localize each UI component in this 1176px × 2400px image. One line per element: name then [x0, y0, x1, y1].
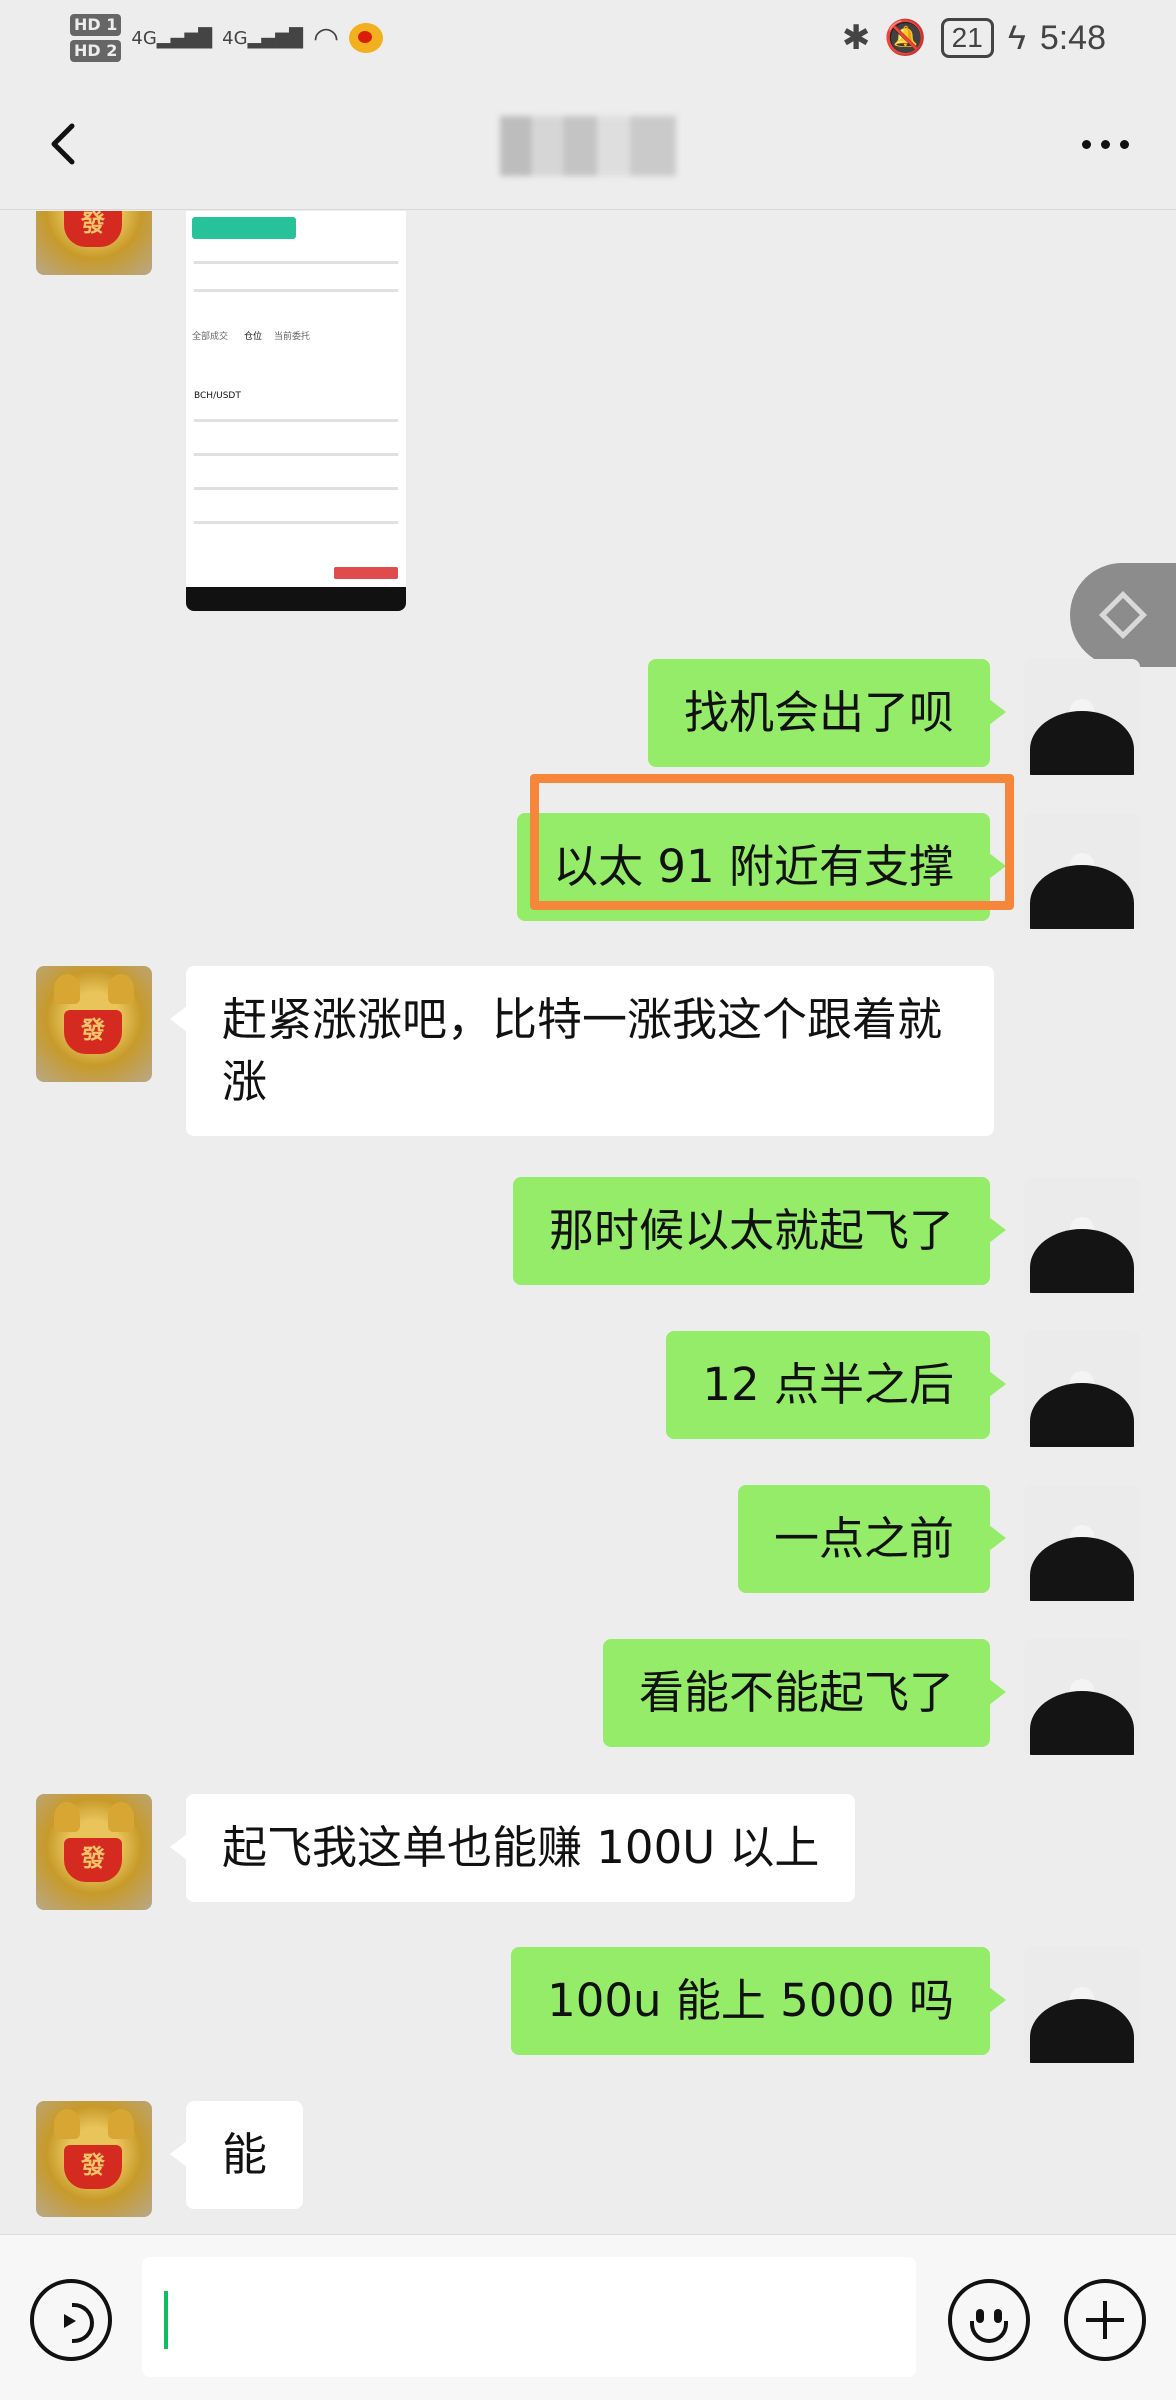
thumb-tab-3: 当前委托 [274, 332, 311, 342]
message-bubble-sent[interactable]: 12 点半之后 [666, 1331, 1006, 1439]
message-bubble-received[interactable]: 起飞我这单也能赚 100U 以上 [169, 1794, 856, 1902]
my-avatar[interactable] [1024, 813, 1140, 929]
more-horizontal-icon[interactable] [1070, 114, 1140, 174]
buy-button-thumb [192, 217, 296, 239]
text-cursor [164, 2291, 168, 2349]
my-avatar[interactable] [1024, 1177, 1140, 1293]
charging-icon: ϟ [1007, 18, 1026, 57]
my-avatar[interactable] [1024, 1639, 1140, 1755]
my-avatar[interactable] [1024, 659, 1140, 775]
status-bar: HD 1 HD 2 4G▂▄▆█ 4G▂▄▆█ ◠ ✱ 🔕 21 ϟ 5:48 [0, 0, 1176, 76]
contact-avatar[interactable]: 發 [36, 966, 152, 1082]
signal2-label: 4G [222, 27, 248, 49]
thumb-tab-1: 全部成交 [192, 332, 229, 342]
message-input[interactable] [142, 2257, 916, 2377]
diamond-icon [1098, 590, 1148, 640]
my-avatar[interactable] [1024, 1485, 1140, 1601]
message-bubble-sent[interactable]: 那时候以太就起飞了 [512, 1177, 1007, 1285]
signal1-label: 4G [131, 27, 157, 49]
mask-character: 發 [81, 1844, 105, 1872]
plus-icon[interactable] [1064, 2279, 1146, 2361]
message-bubble-received[interactable]: 能 [169, 2101, 304, 2209]
signal2-icon: 4G▂▄▆█ [222, 27, 303, 49]
chat-message-list[interactable]: 發 全部成交 仓位 当前委托 BCH/USDT 找机会出了呗 以太 91 附近有… [0, 211, 1176, 2234]
weibo-icon [349, 23, 384, 53]
chat-header [0, 76, 1176, 210]
my-avatar[interactable] [1024, 1947, 1140, 2063]
floating-app-button[interactable] [1070, 563, 1176, 667]
contact-avatar[interactable]: 發 [36, 2101, 152, 2217]
message-bubble-sent[interactable]: 100u 能上 5000 吗 [511, 1947, 1006, 2055]
thumb-pair: BCH/USDT [194, 391, 241, 401]
sell-button-thumb [334, 567, 398, 579]
mask-character: 發 [81, 211, 105, 237]
hd1-badge: HD 1 [70, 14, 122, 36]
status-time: 5:48 [1039, 18, 1106, 57]
status-right: ✱ 🔕 21 ϟ 5:48 [842, 12, 1106, 64]
mask-character: 發 [81, 1016, 105, 1044]
wifi-icon: ◠ [312, 20, 340, 56]
status-left: HD 1 HD 2 4G▂▄▆█ 4G▂▄▆█ ◠ [70, 6, 384, 70]
mask-character: 發 [81, 2151, 105, 2179]
chevron-left-icon[interactable] [36, 114, 96, 174]
mute-bell-icon: 🔕 [884, 19, 927, 57]
hd-indicators: HD 1 HD 2 [70, 14, 122, 62]
message-bubble-sent[interactable]: 找机会出了呗 [647, 659, 1007, 767]
signal1-icon: 4G▂▄▆█ [131, 27, 213, 49]
battery-indicator: 21 [940, 18, 994, 58]
message-bubble-received[interactable]: 赶紧涨涨吧，比特一涨我这个跟着就涨 [170, 966, 994, 1136]
bluetooth-icon: ✱ [841, 19, 871, 57]
message-bubble-sent[interactable]: 看能不能起飞了 [602, 1639, 1007, 1747]
my-avatar[interactable] [1024, 1331, 1140, 1447]
image-message-screenshot[interactable]: 全部成交 仓位 当前委托 BCH/USDT [186, 211, 406, 611]
contact-avatar[interactable]: 發 [36, 211, 152, 275]
chat-title-blurred [500, 116, 676, 176]
highlight-annotation [530, 774, 1014, 910]
message-bubble-sent[interactable]: 一点之前 [737, 1485, 1007, 1593]
emoji-icon[interactable] [948, 2279, 1030, 2361]
thumb-tab-2: 仓位 [244, 332, 263, 342]
voice-input-icon[interactable] [30, 2279, 112, 2361]
hd2-badge: HD 2 [70, 40, 122, 62]
chat-input-bar [0, 2234, 1176, 2400]
contact-avatar[interactable]: 發 [36, 1794, 152, 1910]
